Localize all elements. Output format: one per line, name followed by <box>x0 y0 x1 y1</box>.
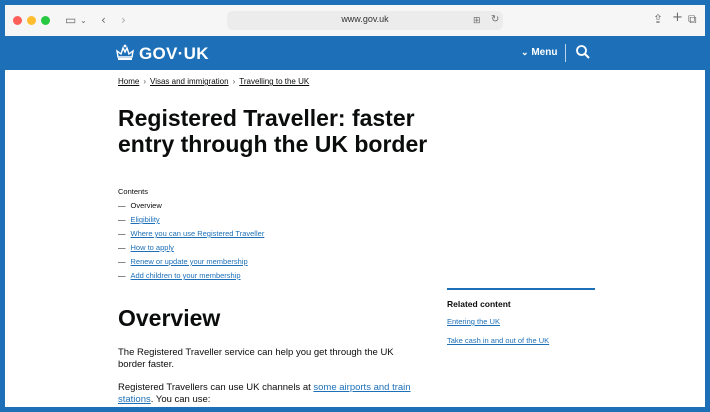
header-divider <box>565 44 566 62</box>
chevron-right-icon: › <box>143 77 147 86</box>
translate-icon[interactable]: ⊞ <box>473 15 481 27</box>
contents-link-eligibility[interactable]: Eligibility <box>131 215 160 224</box>
page-title: Registered Traveller: faster entry throu… <box>118 105 428 157</box>
share-icon[interactable]: ⇪ <box>653 13 663 25</box>
browser-toolbar: ▭ ⌄ ‹ › ▤ www.gov.uk ⊞ ↻ ⇪ + ⧉ <box>5 5 705 37</box>
govuk-header: GOV·UK ⌄ Menu <box>5 36 705 70</box>
contents-link-renew[interactable]: Renew or update your membership <box>131 257 248 266</box>
breadcrumb: Home › Visas and immigration › Travelling to… <box>118 77 309 86</box>
crown-icon <box>116 44 134 60</box>
related-link-cash[interactable]: Take cash in and out of the UK <box>447 336 595 345</box>
contents-item: — Eligibility <box>118 215 160 224</box>
menu-label: Menu <box>531 47 558 58</box>
section-heading: Overview <box>118 305 221 331</box>
contents-item: — How to apply <box>118 243 174 252</box>
paragraph-text: Registered Travellers can use UK channel… <box>118 382 314 393</box>
related-content: Related content Entering the UK Take cas… <box>447 288 595 355</box>
close-window-button[interactable] <box>13 16 22 25</box>
contents-link-children[interactable]: Add children to your membership <box>131 271 241 280</box>
chevron-right-icon: › <box>232 77 236 86</box>
reload-icon[interactable]: ↻ <box>491 14 499 26</box>
url-text: www.gov.uk <box>341 14 389 24</box>
address-bar[interactable]: www.gov.uk <box>227 11 503 30</box>
breadcrumb-visas[interactable]: Visas and immigration <box>150 77 229 86</box>
related-link-entering[interactable]: Entering the UK <box>447 317 595 326</box>
chevron-down-icon: ⌄ <box>521 47 529 57</box>
contents-heading: Contents <box>118 187 149 196</box>
contents-link-where[interactable]: Where you can use Registered Traveller <box>131 229 265 238</box>
related-heading: Related content <box>447 299 511 309</box>
menu-button[interactable]: ⌄ Menu <box>521 47 557 58</box>
breadcrumb-travelling[interactable]: Travelling to the UK <box>239 77 309 86</box>
tabs-overview-icon[interactable]: ⧉ <box>688 13 697 25</box>
sidebar-icon[interactable]: ▭ <box>65 14 76 26</box>
contents-item: — Renew or update your membership <box>118 257 248 266</box>
forward-icon[interactable]: › <box>121 14 126 26</box>
contents-label: Overview <box>130 201 162 210</box>
contents-link-apply[interactable]: How to apply <box>131 243 174 252</box>
contents-item: — Where you can use Registered Traveller <box>118 229 265 238</box>
chevron-down-icon[interactable]: ⌄ <box>80 15 87 27</box>
search-icon[interactable] <box>575 44 591 60</box>
govuk-logo-link[interactable]: GOV·UK <box>139 44 209 64</box>
breadcrumb-home[interactable]: Home <box>118 77 139 86</box>
browser-window: ▭ ⌄ ‹ › ▤ www.gov.uk ⊞ ↻ ⇪ + ⧉ GOV·UK ⌄ … <box>5 5 705 407</box>
contents-item: — Add children to your membership <box>118 271 241 280</box>
back-icon[interactable]: ‹ <box>101 14 106 26</box>
contents-item-current: — Overview <box>118 201 162 210</box>
zoom-window-button[interactable] <box>41 16 50 25</box>
overview-paragraph-2: Registered Travellers can use UK channel… <box>118 382 418 406</box>
new-tab-icon[interactable]: + <box>672 11 683 24</box>
contents-list: — Overview — Eligibility — Where you can us… <box>118 199 264 283</box>
paragraph-text: . You can use: <box>150 394 211 405</box>
minimize-window-button[interactable] <box>27 16 36 25</box>
overview-paragraph: The Registered Traveller service can hel… <box>118 347 394 370</box>
